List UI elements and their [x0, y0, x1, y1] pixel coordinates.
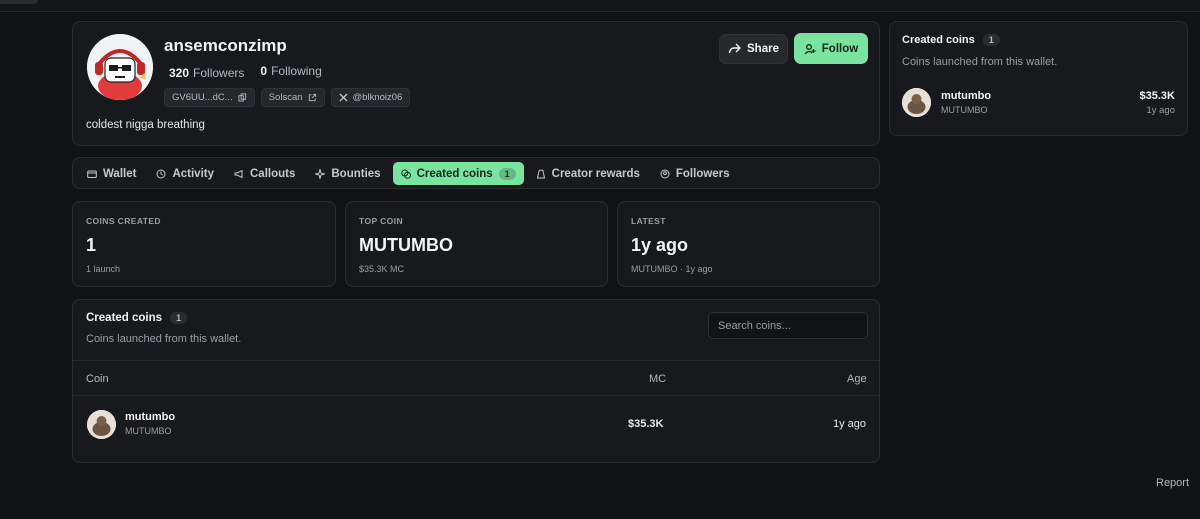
- stat-value: 1: [86, 235, 97, 255]
- tab-label: Activity: [172, 167, 214, 180]
- tab-label: Created coins: [416, 167, 493, 180]
- x-logo-icon: [338, 93, 348, 102]
- stat-label: LATEST: [631, 216, 666, 226]
- latest-card: LATEST 1y ago MUTUMBO · 1y ago: [617, 201, 880, 287]
- megaphone-icon: [234, 169, 243, 178]
- user-circle-icon: [660, 169, 670, 178]
- stat-label: TOP COIN: [359, 216, 403, 226]
- coin-avatar: [902, 88, 931, 117]
- tab-callouts[interactable]: Callouts: [226, 162, 303, 185]
- bag-icon: [536, 169, 545, 178]
- tab-activity[interactable]: Activity: [148, 162, 222, 185]
- divider: [73, 360, 879, 361]
- tab-label: Followers: [675, 167, 730, 180]
- stat-sub: $35.3K MC: [359, 264, 405, 274]
- stat-value: MUTUMBO: [359, 235, 453, 255]
- report-link[interactable]: Report: [1156, 477, 1189, 489]
- tab-label: Creator rewards: [551, 167, 640, 180]
- profile-stats: 320 Followers 0 Following: [169, 64, 322, 80]
- profile-username: ansemconzimp: [164, 36, 287, 55]
- column-header-age: Age: [847, 373, 867, 385]
- profile-chips: GV6UU...dC... Solscan @blknoiz06: [164, 88, 411, 107]
- coin-avatar: [87, 410, 116, 439]
- tab-count-badge: 1: [498, 167, 516, 180]
- profile-tabs: Wallet Activity Callouts Bounties Create…: [72, 157, 880, 189]
- stat-value: 1y ago: [631, 235, 689, 255]
- coin-ticker: MUTUMBO: [941, 105, 988, 115]
- coin-name: mutumbo: [125, 411, 176, 423]
- clock-icon: [156, 169, 166, 178]
- tab-bounties[interactable]: Bounties: [307, 162, 388, 185]
- copy-icon: [238, 93, 246, 102]
- top-coin-card: TOP COIN MUTUMBO $35.3K MC: [345, 201, 608, 287]
- search-coins-input[interactable]: Search coins...: [708, 312, 868, 339]
- follow-button[interactable]: Follow: [794, 33, 868, 64]
- coin-age: 1y ago: [833, 418, 867, 430]
- wallet-address-chip[interactable]: GV6UU...dC...: [164, 88, 255, 107]
- divider: [73, 395, 879, 396]
- sidebar-created-coins: Created coins 1 Coins launched from this…: [889, 21, 1188, 136]
- tab-label: Wallet: [103, 167, 137, 180]
- stat-sub: MUTUMBO · 1y ago: [631, 264, 713, 274]
- profile-bio: coldest nigga breathing: [86, 119, 205, 131]
- solscan-chip[interactable]: Solscan: [260, 88, 325, 107]
- coin-mc: $35.3K: [628, 418, 664, 430]
- following-count: 0: [260, 64, 268, 78]
- top-bar: [0, 0, 1200, 12]
- search-placeholder: Search coins...: [718, 319, 791, 332]
- following-stat[interactable]: 0 Following: [260, 64, 321, 78]
- created-coins-section: Created coins 1 Coins launched from this…: [72, 299, 880, 463]
- column-header-coin: Coin: [86, 373, 109, 385]
- side-title: Created coins 1: [902, 34, 1000, 46]
- count-badge: 1: [170, 312, 188, 324]
- section-title: Created coins 1: [86, 312, 188, 324]
- tab-creator-rewards[interactable]: Creator rewards: [528, 162, 648, 185]
- section-subtitle: Coins launched from this wallet.: [86, 333, 242, 345]
- share-button[interactable]: Share: [719, 34, 788, 64]
- stat-label: COINS CREATED: [86, 216, 161, 226]
- coins-icon: [400, 169, 411, 179]
- sparkle-icon: [315, 168, 326, 179]
- top-tab[interactable]: [0, 0, 38, 4]
- coin-mc: $35.3K: [1139, 90, 1175, 102]
- user-plus-icon: [804, 43, 816, 54]
- side-title-text: Created coins: [902, 34, 975, 46]
- tab-label: Bounties: [331, 167, 381, 180]
- followers-label: Followers: [193, 66, 245, 80]
- wallet-icon: [87, 170, 97, 178]
- share-label: Share: [747, 43, 779, 55]
- twitter-chip[interactable]: @blknoiz06: [330, 88, 411, 107]
- count-badge: 1: [982, 34, 1000, 46]
- coin-name: mutumbo: [941, 90, 992, 102]
- followers-count: 320: [169, 66, 190, 80]
- tab-wallet[interactable]: Wallet: [79, 162, 144, 185]
- coin-age: 1y ago: [1146, 105, 1175, 116]
- tab-created-coins[interactable]: Created coins 1: [392, 162, 524, 185]
- solscan-label: Solscan: [268, 92, 303, 103]
- section-title-text: Created coins: [86, 312, 163, 324]
- coin-ticker: MUTUMBO: [125, 426, 172, 436]
- coins-created-card: COINS CREATED 1 1 launch: [72, 201, 336, 287]
- share-icon: [728, 43, 742, 54]
- following-label: Following: [271, 64, 322, 78]
- external-link-icon: [308, 93, 316, 102]
- twitter-handle: @blknoiz06: [352, 92, 403, 103]
- followers-stat[interactable]: 320 Followers: [169, 66, 244, 80]
- wallet-address: GV6UU...dC...: [172, 92, 233, 103]
- follow-label: Follow: [821, 42, 859, 55]
- stat-sub: 1 launch: [86, 264, 121, 274]
- side-subtitle: Coins launched from this wallet.: [902, 56, 1058, 68]
- tab-label: Callouts: [250, 167, 296, 180]
- column-header-mc: MC: [649, 373, 667, 385]
- tab-followers[interactable]: Followers: [652, 162, 738, 185]
- profile-card: ansemconzimp 320 Followers 0 Following GV6…: [72, 21, 880, 146]
- profile-avatar: [87, 34, 153, 100]
